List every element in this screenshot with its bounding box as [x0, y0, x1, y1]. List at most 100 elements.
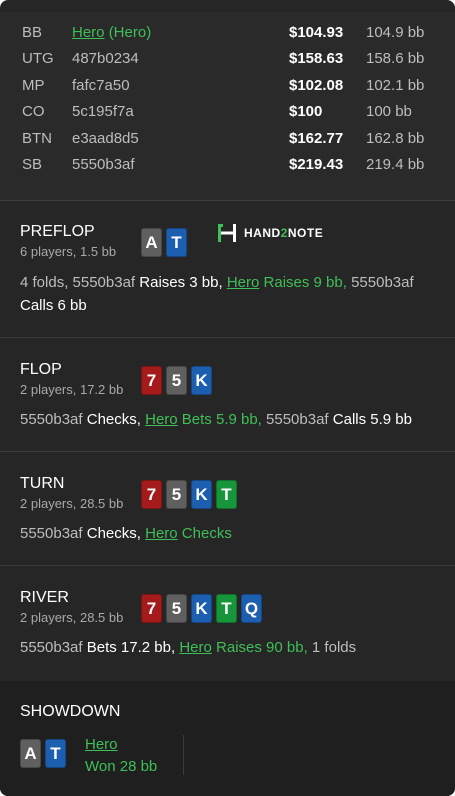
action-text: Calls 6 bb [20, 297, 87, 314]
hero-player-link[interactable]: Hero [145, 525, 178, 542]
showdown-result: Hero Won 28 bb [85, 734, 157, 778]
player-stack-bb: 158.6 bb [366, 50, 425, 67]
board-cards: 7 5 K T [141, 480, 237, 509]
player-stack-bb: 100 bb [366, 103, 412, 120]
player-stack: $104.93 [289, 24, 344, 41]
player-position: BTN [22, 130, 52, 147]
street-subtitle: 2 players, 17.2 bb [20, 382, 124, 397]
player-name: 5550b3af [72, 156, 135, 173]
action-text: 1 folds [311, 639, 357, 656]
player-row-btn: BTN e3aad8d5 $162.77 162.8 bb [0, 126, 455, 152]
action-text: 5550b3af [20, 411, 83, 428]
hand2note-logo: HAND2NOTE [216, 222, 323, 244]
showdown-winnings: Won 28 bb [85, 758, 158, 775]
card: 5 [166, 366, 187, 395]
showdown-cards: A T [20, 739, 66, 768]
action-text: Checks, [86, 525, 141, 542]
player-stack-bb: 219.4 bb [366, 156, 425, 173]
hand2note-logo-text: HAND2NOTE [244, 226, 324, 240]
player-stack: $219.43 [289, 156, 344, 173]
street-title: FLOP [20, 361, 62, 378]
player-name: 5c195f7a [72, 103, 134, 120]
player-position: MP [22, 77, 45, 94]
card: T [216, 480, 237, 509]
player-stack: $162.77 [289, 130, 344, 147]
action-text: 5550b3af [20, 639, 83, 656]
player-stack-bb: 162.8 bb [366, 130, 425, 147]
card: A [141, 228, 162, 257]
hero-player-link[interactable]: Hero [179, 639, 212, 656]
hole-cards: A T [141, 228, 187, 257]
street-actions: 5550b3af Checks, Hero Checks [20, 522, 440, 545]
player-position: BB [22, 24, 43, 41]
showdown-section: SHOWDOWN A T Hero Won 28 bb [0, 681, 455, 796]
hero-action-text: Checks [181, 525, 232, 542]
card: T [216, 594, 237, 623]
street-flop: FLOP 2 players, 17.2 bb 7 5 K 5550b3af C… [0, 338, 455, 451]
player-stack-bb: 102.1 bb [366, 77, 425, 94]
action-text: 5550b3af [20, 525, 83, 542]
player-row-co: CO 5c195f7a $100 100 bb [0, 99, 455, 125]
action-text: 5550b3af [266, 411, 329, 428]
player-row-bb: BB Hero (Hero) $104.93 104.9 bb [0, 20, 455, 46]
players-table: BB Hero (Hero) $104.93 104.9 bb UTG 487b… [0, 12, 455, 200]
player-row-sb: SB 5550b3af $219.43 219.4 bb [0, 152, 455, 178]
player-name: fafc7a50 [72, 77, 130, 94]
player-name: e3aad8d5 [72, 130, 139, 147]
hero-player-link[interactable]: Hero [85, 734, 157, 756]
player-position: CO [22, 103, 45, 120]
hand2note-logo-icon [218, 224, 236, 242]
hero-action-text: Bets 5.9 bb, [181, 411, 262, 428]
player-stack: $158.63 [289, 50, 344, 67]
street-river: RIVER 2 players, 28.5 bb 7 5 K T Q 5550b… [0, 566, 455, 681]
action-text: Calls 5.9 bb [332, 411, 412, 428]
hand-history-panel: BB Hero (Hero) $104.93 104.9 bb UTG 487b… [0, 0, 455, 796]
board-cards: 7 5 K [141, 366, 212, 395]
street-subtitle: 6 players, 1.5 bb [20, 244, 117, 259]
street-title: TURN [20, 475, 65, 492]
street-title: RIVER [20, 589, 69, 606]
player-name: 487b0234 [72, 50, 139, 67]
player-stack-bb: 104.9 bb [366, 24, 425, 41]
player-position: SB [22, 156, 43, 173]
hero-action-text: Raises 90 bb, [216, 639, 308, 656]
street-subtitle: 2 players, 28.5 bb [20, 610, 124, 625]
card: T [166, 228, 187, 257]
card: Q [241, 594, 262, 623]
card: K [191, 594, 212, 623]
player-position: UTG [22, 50, 54, 67]
hero-player-link[interactable]: Hero [145, 411, 178, 428]
street-subtitle: 2 players, 28.5 bb [20, 496, 124, 511]
player-row-utg: UTG 487b0234 $158.63 158.6 bb [0, 46, 455, 72]
card: 7 [141, 366, 162, 395]
card: K [191, 366, 212, 395]
street-actions: 5550b3af Bets 17.2 bb, Hero Raises 90 bb… [20, 636, 440, 659]
divider [183, 735, 184, 775]
card: 5 [166, 480, 187, 509]
street-actions: 4 folds, 5550b3af Raises 3 bb, Hero Rais… [20, 271, 440, 317]
hero-tag: (Hero) [108, 24, 152, 41]
street-title: SHOWDOWN [20, 703, 121, 720]
street-turn: TURN 2 players, 28.5 bb 7 5 K T 5550b3af… [0, 452, 455, 565]
player-name: Hero (Hero) [72, 20, 151, 46]
card: K [191, 480, 212, 509]
action-text: Checks, [86, 411, 141, 428]
hero-player-link[interactable]: Hero [72, 24, 105, 41]
card: 7 [141, 594, 162, 623]
player-stack: $100 [289, 103, 323, 120]
hero-action-text: Raises 9 bb, [263, 274, 347, 291]
card: 7 [141, 480, 162, 509]
street-actions: 5550b3af Checks, Hero Bets 5.9 bb, 5550b… [20, 408, 440, 431]
board-cards: 7 5 K T Q [141, 594, 262, 623]
hero-player-link[interactable]: Hero [227, 274, 260, 291]
street-title: PREFLOP [20, 223, 95, 240]
action-text: 4 folds, 5550b3af [20, 274, 136, 291]
action-text: Raises 3 bb, [139, 274, 223, 291]
card: A [20, 739, 41, 768]
player-row-mp: MP fafc7a50 $102.08 102.1 bb [0, 73, 455, 99]
player-stack: $102.08 [289, 77, 344, 94]
action-text: 5550b3af [351, 274, 414, 291]
card: T [45, 739, 66, 768]
card: 5 [166, 594, 187, 623]
action-text: Bets 17.2 bb, [86, 639, 176, 656]
